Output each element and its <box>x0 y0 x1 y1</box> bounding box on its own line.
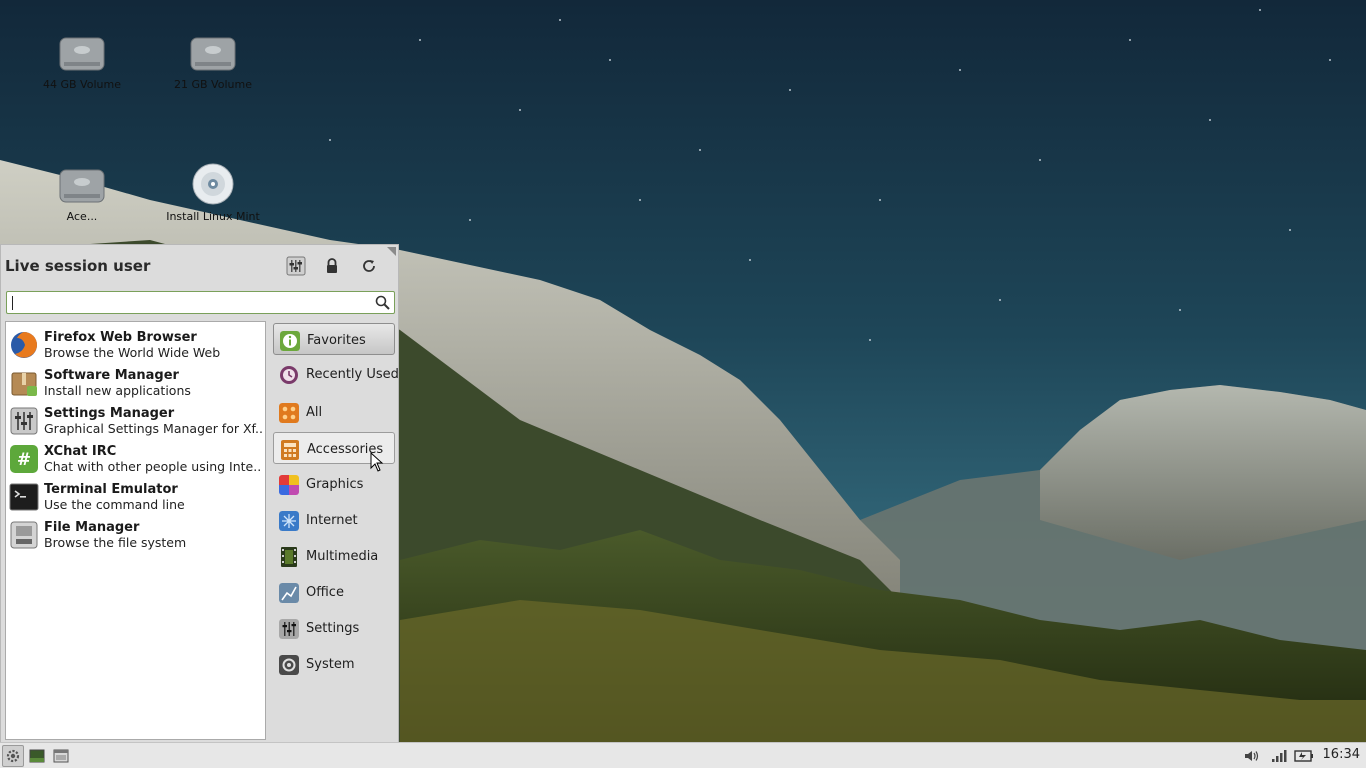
clock[interactable]: 16:34 <box>1323 747 1360 762</box>
volume-button[interactable] <box>1240 745 1262 767</box>
battery-icon <box>1294 750 1313 762</box>
app-name: Firefox Web Browser <box>44 330 197 345</box>
category-favorites[interactable]: Favorites <box>273 323 395 355</box>
category-office[interactable]: Office <box>273 576 395 608</box>
package-icon <box>11 372 37 396</box>
category-recently-used[interactable]: Recently Used <box>273 358 399 390</box>
app-name: Settings Manager <box>44 406 175 421</box>
terminal-icon <box>9 483 39 511</box>
hash-icon: # <box>10 445 38 473</box>
history-icon <box>280 366 298 384</box>
app-item-firefox[interactable]: Firefox Web Browser Browse the World Wid… <box>6 326 265 364</box>
app-item-settings-manager[interactable]: Settings Manager Graphical Settings Mana… <box>6 402 265 440</box>
category-label: Internet <box>306 513 358 528</box>
app-description: Graphical Settings Manager for Xf... <box>44 421 262 436</box>
menu-resize-handle[interactable] <box>387 247 396 256</box>
bottom-panel: 16:34 <box>0 742 1366 768</box>
battery-button[interactable] <box>1293 745 1315 767</box>
hard-drive-icon <box>190 37 236 71</box>
settings-manager-button[interactable] <box>283 253 309 279</box>
app-item-xchat-irc[interactable]: # XChat IRC Chat with other people using… <box>6 440 265 478</box>
optical-disc-icon <box>192 163 234 205</box>
refresh-icon <box>363 260 375 272</box>
desktop-icon-label: 44 GB Volume <box>43 78 121 91</box>
sliders-icon <box>10 407 38 435</box>
window-icon <box>53 749 69 763</box>
app-item-file-manager[interactable]: File Manager Browse the file system <box>6 516 265 554</box>
category-settings[interactable]: Settings <box>273 612 395 644</box>
network-button[interactable] <box>1268 745 1290 767</box>
all-apps-icon <box>279 403 299 423</box>
app-description: Browse the file system <box>44 535 187 550</box>
desktop-icon-volume-3[interactable]: Ace... <box>27 166 137 223</box>
category-label: Graphics <box>306 477 364 492</box>
hard-drive-icon <box>59 169 105 203</box>
category-label: Office <box>306 585 344 600</box>
menu-button[interactable] <box>2 745 24 767</box>
palette-icon <box>279 475 299 495</box>
desktop-icon-label: Install Linux Mint <box>166 210 260 223</box>
desktop-icon-label: 21 GB Volume <box>174 78 252 91</box>
hard-drive-icon <box>59 37 105 71</box>
category-internet[interactable]: Internet <box>273 504 395 536</box>
app-name: File Manager <box>44 520 140 535</box>
app-name: Software Manager <box>44 368 179 383</box>
category-label: Recently Used <box>306 367 399 382</box>
globe-icon <box>279 511 299 531</box>
desktop-icon-volume-44[interactable]: 44 GB Volume <box>27 34 137 91</box>
desktop-icon-volume-21[interactable]: 21 GB Volume <box>158 34 268 91</box>
refresh-button[interactable] <box>356 253 382 279</box>
svg-text:#: # <box>17 450 31 470</box>
mouse-cursor-icon <box>370 452 384 472</box>
category-label: System <box>306 657 355 672</box>
app-item-software-manager[interactable]: Software Manager Install new application… <box>6 364 265 402</box>
window-list-button[interactable] <box>50 745 72 767</box>
show-desktop-icon <box>29 749 45 763</box>
calculator-icon <box>281 440 299 460</box>
category-multimedia[interactable]: Multimedia <box>273 540 395 572</box>
desktop-icon-install-linux-mint[interactable]: Install Linux Mint <box>158 162 268 223</box>
menu-gear-icon <box>6 749 20 763</box>
chart-icon <box>279 583 299 603</box>
app-item-terminal[interactable]: Terminal Emulator Use the command line <box>6 478 265 516</box>
gear-system-icon <box>279 655 299 675</box>
firefox-icon <box>11 332 37 358</box>
category-label: Multimedia <box>306 549 379 564</box>
category-all[interactable]: All <box>273 396 395 428</box>
lock-icon <box>327 258 337 273</box>
category-label: Favorites <box>307 333 366 348</box>
drive-icon <box>10 521 38 549</box>
network-signal-icon <box>1272 750 1287 762</box>
volume-icon <box>1245 751 1259 761</box>
application-menu: Live session user Firefox Web Browser Br… <box>0 244 399 742</box>
film-icon <box>281 547 297 567</box>
sliders-icon <box>279 619 299 639</box>
app-description: Chat with other people using Inte... <box>44 459 262 474</box>
app-description: Install new applications <box>44 383 191 398</box>
text-caret <box>12 296 13 310</box>
lock-screen-button[interactable] <box>319 253 345 279</box>
favorites-app-list: Firefox Web Browser Browse the World Wid… <box>5 321 266 740</box>
app-description: Browse the World Wide Web <box>44 345 221 360</box>
info-icon <box>280 331 300 351</box>
menu-user-name: Live session user <box>5 257 151 275</box>
desktop-icon-label: Ace... <box>66 210 98 223</box>
settings-manager-icon <box>286 256 306 276</box>
category-label: All <box>306 405 323 420</box>
category-system[interactable]: System <box>273 648 395 680</box>
category-graphics[interactable]: Graphics <box>273 468 395 500</box>
app-description: Use the command line <box>44 497 185 512</box>
app-name: XChat IRC <box>44 444 117 459</box>
search-icon[interactable] <box>375 295 390 310</box>
app-name: Terminal Emulator <box>44 482 178 497</box>
search-input[interactable] <box>6 291 395 314</box>
category-label: Settings <box>306 621 360 636</box>
show-desktop-button[interactable] <box>26 745 48 767</box>
